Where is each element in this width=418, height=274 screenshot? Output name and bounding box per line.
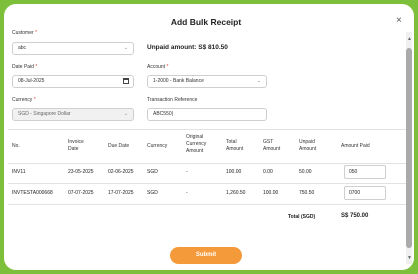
cell-due-date: 17-07-2025 [108, 190, 134, 196]
col-unpaid-amount: Unpaid Amount [299, 139, 317, 152]
txn-ref-input[interactable]: ABC550| [147, 108, 267, 121]
modal-title: Add Bulk Receipt [170, 17, 242, 27]
cell-invoice-date: 07-07-2025 [68, 190, 94, 196]
col-total-amount: Total Amount [226, 139, 244, 152]
calendar-icon[interactable] [123, 78, 129, 84]
cell-currency: SGD [147, 190, 158, 196]
currency-label: Currency * [12, 97, 36, 103]
cell-original-amount: - [186, 190, 188, 196]
currency-select: SGD - Singapore Dollar ⌄ [12, 108, 134, 121]
cell-unpaid-amount: 750.50 [299, 190, 315, 196]
customer-select[interactable]: abc ⌄ [12, 42, 134, 55]
chevron-down-icon: ⌄ [123, 111, 128, 117]
amount-paid-input[interactable]: 0700 [344, 186, 386, 200]
account-select[interactable]: 1-2000 - Bank Balance ⌄ [147, 75, 267, 88]
col-original-amount: Original Currency Amount [186, 134, 207, 154]
total-label: Total (SGD) [288, 214, 316, 220]
table-row: INVTESTA000668 07-07-2025 17-07-2025 SGD… [8, 184, 406, 205]
cell-total-amount: 1,260.50 [226, 190, 246, 196]
bulk-receipt-modal: Add Bulk Receipt × Customer * abc ⌄ Unpa… [4, 4, 414, 270]
cell-currency: SGD [147, 169, 158, 175]
col-no: No. [12, 143, 20, 149]
account-label: Account * [147, 64, 169, 70]
submit-button[interactable]: Submit [170, 247, 242, 264]
col-amount-paid: Amount Paid [341, 143, 370, 149]
col-invoice-date: Invoice Date [68, 139, 84, 152]
customer-label: Customer * [12, 30, 38, 36]
chevron-down-icon: ⌄ [123, 45, 128, 51]
cell-total-amount: 100.00 [226, 169, 242, 175]
cell-due-date: 02-06-2025 [108, 169, 134, 175]
txn-ref-label: Transaction Reference [147, 97, 198, 103]
chevron-down-icon: ⌄ [256, 78, 261, 84]
unpaid-amount: Unpaid amount: S$ 810.50 [147, 44, 228, 51]
col-currency: Currency [147, 143, 168, 149]
date-paid-label: Date Paid * [12, 64, 38, 70]
total-value: S$ 750.00 [341, 213, 369, 219]
cell-gst-amount: 0.00 [263, 169, 273, 175]
cell-original-amount: - [186, 169, 188, 175]
date-paid-input[interactable]: 08-Jul-2025 [12, 75, 134, 88]
cell-invoice-date: 23-05-2025 [68, 169, 94, 175]
scroll-up-icon[interactable]: ▲ [407, 37, 412, 42]
cell-gst-amount: 100.00 [263, 190, 279, 196]
close-icon[interactable]: × [396, 16, 402, 26]
amount-paid-input[interactable]: 050 [344, 165, 386, 179]
cell-no[interactable]: INVTESTA000668 [12, 190, 53, 196]
app-frame: Add Bulk Receipt × Customer * abc ⌄ Unpa… [0, 0, 418, 274]
col-due-date: Due Date [108, 143, 130, 149]
invoice-table-header: No. Invoice Date Due Date Currency Origin… [8, 129, 406, 164]
col-gst-amount: GST Amount [263, 139, 281, 152]
cell-no[interactable]: INV11 [12, 169, 26, 175]
scroll-down-icon[interactable]: ▼ [407, 256, 412, 261]
table-row: INV11 23-05-2025 02-06-2025 SGD - 100.00… [8, 163, 406, 184]
scrollbar-thumb[interactable] [406, 48, 412, 248]
cell-unpaid-amount: 50.00 [299, 169, 312, 175]
